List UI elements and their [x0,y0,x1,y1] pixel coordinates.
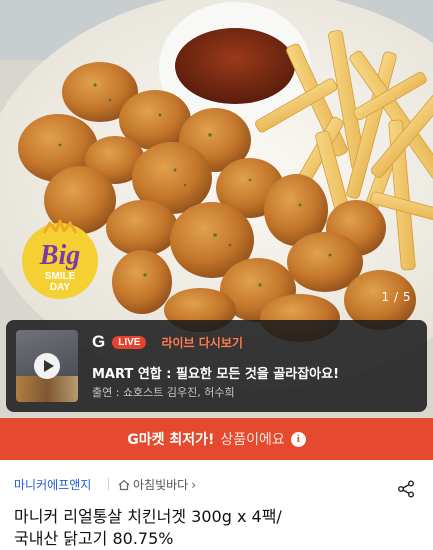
seller-name-link[interactable]: 마니커에프앤지 [14,476,91,493]
home-icon [118,479,130,490]
live-replay-card[interactable]: G LIVE 라이브 다시보기 MART 연합 : 필요한 모든 것을 골라잡아… [6,320,427,412]
slide-counter: 1 / 5 [381,290,411,304]
live-cast: 출연 : 쇼호스트 김우진, 허수희 [92,386,235,399]
seller-row: 마니커에프앤지 아침빛바다 › [0,460,433,500]
product-title-line2: 국내산 닭고기 80.75% [14,529,174,548]
product-hero-image[interactable]: Big SMILE DAY 1 / 5 G LIVE 라이브 다시보기 MART… [0,0,433,418]
lowest-price-banner[interactable]: G마켓 최저가! 상품이에요 i [0,418,433,460]
live-header: G LIVE 라이브 다시보기 [92,332,243,352]
brand-link[interactable]: 아침빛바다 › [118,476,196,493]
live-badge: LIVE [112,335,147,349]
promo-strong-text: G마켓 최저가! [127,432,215,448]
info-icon[interactable]: i [290,431,306,447]
play-icon[interactable] [34,353,60,379]
product-title: 마니커 리얼통살 치킨너겟 300g x 4팩/ 국내산 닭고기 80.75% [14,506,394,550]
svg-text:SMILE: SMILE [45,271,76,282]
promo-rest-text: 상품이에요 [220,432,285,448]
divider [108,478,109,490]
svg-text:DAY: DAY [50,282,71,293]
chevron-right-icon: › [191,477,197,492]
live-thumbnail[interactable] [16,330,78,402]
svg-text:Big: Big [39,240,80,271]
live-replay-link[interactable]: 라이브 다시보기 [161,334,242,351]
big-smile-day-badge: Big SMILE DAY [22,219,98,299]
share-icon[interactable] [397,480,415,498]
thumbnail-products [16,376,78,402]
gmarket-logo: G [92,332,106,351]
live-title: MART 연합 : 필요한 모든 것을 골라잡아요! [92,367,340,382]
product-title-line1: 마니커 리얼통살 치킨너겟 300g x 4팩/ [14,507,282,526]
brand-name: 아침빛바다 [133,478,189,492]
